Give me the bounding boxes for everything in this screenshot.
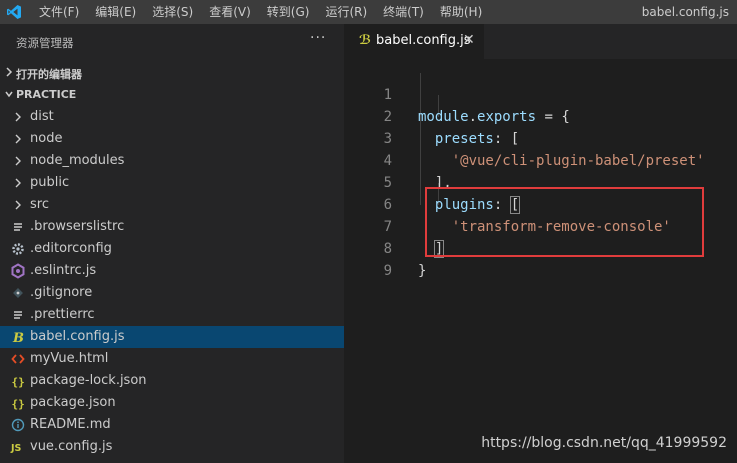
svg-text:{}: {} [12, 398, 25, 411]
code-text: } [418, 263, 427, 279]
tree-item-label: vue.config.js [30, 439, 113, 454]
tab-bar: ℬ babel.config.js ✕ [344, 24, 737, 59]
tree-item-package-lock[interactable]: {} package-lock.json [0, 370, 344, 392]
code-line: 2 presets: [ [344, 84, 737, 147]
gear-icon [12, 243, 24, 255]
tree-item-label: .gitignore [30, 285, 93, 300]
open-editors-label: 打开的编辑器 [16, 68, 82, 81]
tree-item-babel-config[interactable]: B babel.config.js [0, 326, 344, 348]
git-icon [13, 288, 23, 298]
json-icon: {} [12, 376, 25, 389]
menu-terminal[interactable]: 终端(T) [375, 0, 432, 24]
tree-item-eslintrc[interactable]: .eslintrc.js [0, 260, 344, 282]
chevron-right-icon [15, 200, 21, 210]
svg-text:JS: JS [10, 443, 22, 454]
html-icon [11, 354, 25, 364]
code-line: 4 ], [344, 128, 737, 191]
editor-area: ℬ babel.config.js ✕ 1 module.exports = {… [344, 24, 737, 463]
tree-item-label: .eslintrc.js [30, 263, 97, 278]
tree-item-label: package-lock.json [30, 373, 147, 388]
eslint-icon [11, 263, 25, 279]
tree-item-editorconfig[interactable]: .editorconfig [0, 238, 344, 260]
explorer-sidebar: 资源管理器 ··· 打开的编辑器 PRACTICE dist node node… [0, 24, 344, 463]
annotation-highlight-box [425, 187, 704, 257]
babel-icon: ℬ [359, 33, 372, 48]
tree-item-myvue-html[interactable]: myVue.html [0, 348, 344, 370]
tree-item-public[interactable]: public [0, 172, 344, 194]
title-bar: 文件(F) 编辑(E) 选择(S) 查看(V) 转到(G) 运行(R) 终端(T… [0, 0, 737, 24]
code-editor[interactable]: 1 module.exports = { 2 presets: [ 3 '@vu… [344, 62, 737, 279]
tree-item-label: README.md [30, 417, 111, 432]
tree-item-src[interactable]: src [0, 194, 344, 216]
tree-item-label: node_modules [30, 153, 125, 168]
project-section[interactable]: PRACTICE [0, 84, 344, 106]
menu-file[interactable]: 文件(F) [31, 0, 87, 24]
tree-item-node[interactable]: node [0, 128, 344, 150]
tree-item-readme[interactable]: README.md [0, 414, 344, 436]
tree-item-browserslistrc[interactable]: .browserslistrc [0, 216, 344, 238]
json-icon: {} [12, 398, 25, 411]
menu-selection[interactable]: 选择(S) [144, 0, 201, 24]
code-line: 1 module.exports = { [344, 62, 737, 125]
chevron-right-icon [15, 112, 21, 122]
tree-item-gitignore[interactable]: .gitignore [0, 282, 344, 304]
chevron-down-icon [5, 91, 13, 98]
tree-item-prettierrc[interactable]: .prettierrc [0, 304, 344, 326]
tree-item-label: .browserslistrc [30, 219, 125, 234]
menu-view[interactable]: 查看(V) [201, 0, 259, 24]
tree-item-label: package.json [30, 395, 116, 410]
menu-bar: 文件(F) 编辑(E) 选择(S) 查看(V) 转到(G) 运行(R) 终端(T… [31, 0, 490, 24]
tree-item-label: dist [30, 109, 54, 124]
code-line: 5 plugins: [ [344, 150, 737, 214]
close-icon[interactable]: ✕ [463, 32, 475, 48]
tree-item-label: .prettierrc [30, 307, 95, 322]
tree-item-label: .editorconfig [30, 241, 112, 256]
chevron-right-icon [15, 178, 21, 188]
tree-item-label: node [30, 131, 63, 146]
tab-label: babel.config.js [376, 33, 471, 48]
svg-text:B: B [12, 331, 24, 346]
menu-go[interactable]: 转到(G) [259, 0, 318, 24]
svg-text:{}: {} [12, 376, 25, 389]
lines-icon [14, 223, 22, 231]
tree-item-package-json[interactable]: {} package.json [0, 392, 344, 414]
vscode-logo-icon [7, 5, 21, 19]
code-line: 3 '@vue/cli-plugin-babel/preset' [344, 106, 737, 169]
tree-item-dist[interactable]: dist [0, 106, 344, 128]
tree-item-vue-config[interactable]: JS vue.config.js [0, 436, 344, 458]
chevron-right-icon [6, 67, 13, 77]
watermark-text: https://blog.csdn.net/qq_41999592 [481, 435, 727, 451]
tab-babel-config[interactable]: ℬ babel.config.js ✕ [344, 24, 484, 59]
tree-item-label: public [30, 175, 70, 190]
menu-edit[interactable]: 编辑(E) [87, 0, 144, 24]
window-title: babel.config.js [641, 5, 729, 19]
tree-item-node-modules[interactable]: node_modules [0, 150, 344, 172]
line-number: 9 [383, 263, 392, 279]
js-icon: JS [10, 443, 22, 454]
open-editors-section[interactable]: 打开的编辑器 [0, 62, 344, 84]
project-label: PRACTICE [16, 88, 77, 101]
tree-item-label: babel.config.js [30, 329, 125, 344]
info-icon [11, 418, 25, 432]
tree-item-label: myVue.html [30, 351, 109, 366]
explorer-header: 资源管理器 [16, 36, 74, 50]
lines-icon [14, 311, 22, 319]
babel-icon: B [12, 331, 24, 346]
more-actions-button[interactable]: ··· [310, 30, 326, 46]
file-tree: dist node node_modules public src .brows… [0, 106, 344, 458]
menu-help[interactable]: 帮助(H) [432, 0, 490, 24]
tree-item-label: src [30, 197, 49, 212]
chevron-right-icon [15, 156, 21, 166]
chevron-right-icon [15, 134, 21, 144]
menu-run[interactable]: 运行(R) [317, 0, 375, 24]
